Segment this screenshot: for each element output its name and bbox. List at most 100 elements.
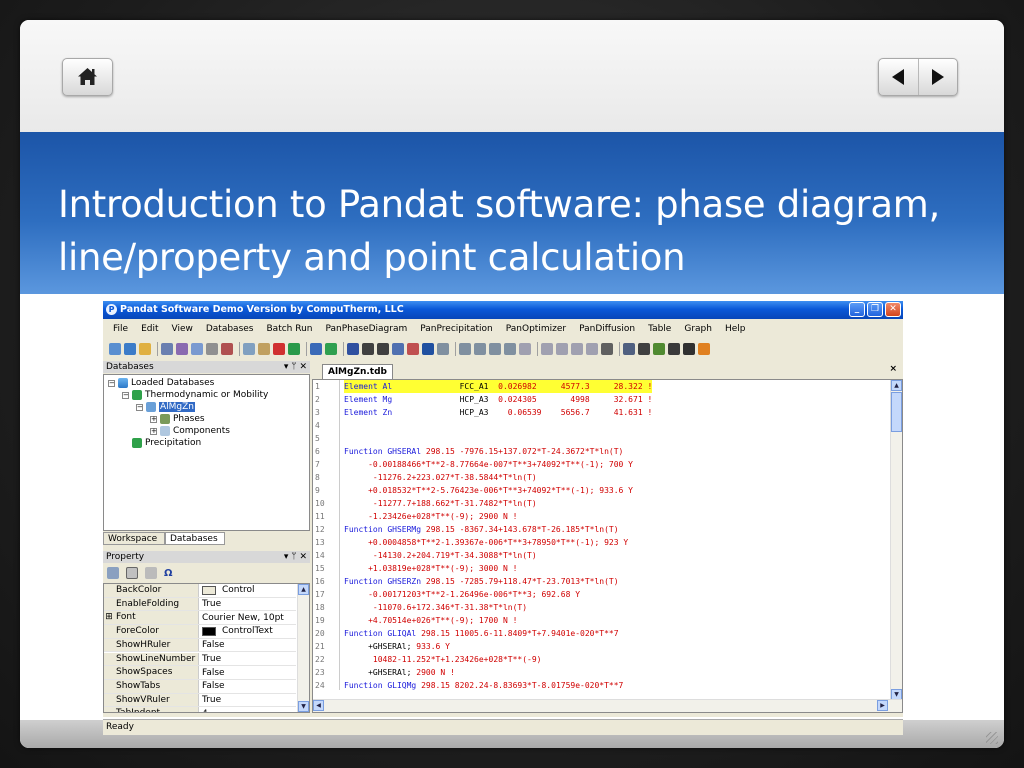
property-row[interactable]: EnableFolding True: [104, 597, 296, 612]
chart4-icon[interactable]: [571, 343, 583, 355]
code-line[interactable]: 7 -0.00188466*T**2-8.77664e-007*T**3+740…: [313, 458, 891, 471]
next-button[interactable]: [919, 59, 958, 95]
new-icon[interactable]: [109, 343, 121, 355]
copy-icon[interactable]: [243, 343, 255, 355]
property-row[interactable]: ⊞ Font Courier New, 10pt: [104, 611, 296, 626]
expand-marker[interactable]: [104, 679, 114, 693]
chart5-icon[interactable]: [586, 343, 598, 355]
code-line[interactable]: 21 +GHSERAl; 933.6 Y: [313, 640, 891, 653]
triangle-diagram-icon[interactable]: [407, 343, 419, 355]
code-line[interactable]: 6 Function GHSERAl 298.15 -7976.15+137.07…: [313, 445, 891, 458]
expand-marker[interactable]: [104, 625, 114, 638]
grid4-icon[interactable]: [489, 343, 501, 355]
cut-icon[interactable]: [221, 343, 233, 355]
table-icon[interactable]: [310, 343, 322, 355]
import-icon[interactable]: [288, 343, 300, 355]
code-line[interactable]: 3 Element Zn HCP_A3 0.06539 5656.7 41.631…: [313, 406, 891, 419]
paste-icon[interactable]: [258, 343, 270, 355]
open-folder-icon[interactable]: [139, 343, 151, 355]
chart2-icon[interactable]: [541, 343, 553, 355]
property-value[interactable]: True: [199, 598, 296, 611]
property-value[interactable]: Control: [199, 584, 296, 597]
ternary-icon[interactable]: [422, 343, 434, 355]
menu-panphasediagram[interactable]: PanPhaseDiagram: [326, 324, 408, 334]
expand-marker[interactable]: [104, 652, 114, 666]
chart3-icon[interactable]: [556, 343, 568, 355]
menu-graph[interactable]: Graph: [684, 324, 712, 334]
code-line[interactable]: 1 Element Al FCC_A1 0.026982 4577.3 28.32…: [313, 380, 891, 393]
print-preview-icon[interactable]: [191, 343, 203, 355]
code-line[interactable]: 23 +GHSERAl; 2900 N !: [313, 666, 891, 679]
pencil-icon[interactable]: [698, 343, 710, 355]
menu-panoptimizer[interactable]: PanOptimizer: [506, 324, 566, 334]
menu-databases[interactable]: Databases: [206, 324, 254, 334]
grid-icon[interactable]: [437, 343, 449, 355]
pointer-icon[interactable]: [601, 343, 613, 355]
scroll-thumb[interactable]: [891, 392, 902, 432]
code-line[interactable]: 24 Function GLIQMg 298.15 8202.24-8.83693…: [313, 679, 891, 690]
menu-panprecipitation[interactable]: PanPrecipitation: [420, 324, 493, 334]
code-line[interactable]: 11 -1.23426e+028*T**(-9); 2900 N !: [313, 510, 891, 523]
property-value[interactable]: True: [199, 653, 296, 666]
property-value[interactable]: False: [199, 666, 296, 679]
tree-item-phases[interactable]: + Phases: [150, 413, 205, 425]
editor-vscroll[interactable]: ▲ ▼: [890, 380, 902, 700]
code-line[interactable]: 10 -11277.7+188.662*T-31.7482*T*ln(T): [313, 497, 891, 510]
minimize-button[interactable]: _: [849, 302, 865, 317]
menu-view[interactable]: View: [172, 324, 193, 334]
property-row[interactable]: ForeColor ControlText: [104, 625, 296, 639]
menu-help[interactable]: Help: [725, 324, 746, 334]
property-value[interactable]: Courier New, 10pt: [199, 611, 296, 624]
tab-databases[interactable]: Databases: [165, 532, 225, 545]
property-row[interactable]: ShowLineNumber True: [104, 652, 296, 667]
categorized-icon[interactable]: [107, 567, 119, 579]
print-icon[interactable]: [206, 343, 218, 355]
code-line[interactable]: 20 Function GLIQAl 298.15 11005.6-11.8409…: [313, 627, 891, 640]
menu-edit[interactable]: Edit: [141, 324, 158, 334]
property-row[interactable]: ShowHRuler False: [104, 638, 296, 653]
code-line[interactable]: 4: [313, 419, 891, 432]
property-row[interactable]: ShowSpaces False: [104, 666, 296, 680]
property-value[interactable]: False: [199, 639, 296, 652]
expand-marker[interactable]: [104, 666, 114, 679]
code-line[interactable]: 18 -11070.6+172.346*T-31.38*T*ln(T): [313, 601, 891, 614]
expand-marker[interactable]: ⊞: [104, 611, 114, 625]
property-value[interactable]: ControlText: [199, 625, 296, 638]
line-icon[interactable]: [377, 343, 389, 355]
code-line[interactable]: 8 -11276.2+223.027*T-38.5844*T*ln(T): [313, 471, 891, 484]
pane-controls[interactable]: ▾ ᛘ ✕: [284, 361, 307, 373]
envelope-icon[interactable]: [392, 343, 404, 355]
expand-marker[interactable]: [104, 638, 114, 652]
property-scrollbar[interactable]: ▲ ▼: [297, 584, 309, 712]
property-row[interactable]: ShowVRuler True: [104, 693, 296, 708]
chart-icon[interactable]: [519, 343, 531, 355]
code-line[interactable]: 2 Element Mg HCP_A3 0.024305 4998 32.671 …: [313, 393, 891, 406]
expand-marker[interactable]: [104, 707, 114, 712]
menu-batch-run[interactable]: Batch Run: [267, 324, 313, 334]
save-icon[interactable]: [161, 343, 173, 355]
property-row[interactable]: BackColor Control: [104, 584, 296, 598]
label-icon[interactable]: [668, 343, 680, 355]
pane-controls[interactable]: ▾ ᛘ ✕: [284, 551, 307, 563]
previous-button[interactable]: [879, 59, 919, 95]
menu-table[interactable]: Table: [648, 324, 671, 334]
property-value[interactable]: 4: [199, 707, 296, 712]
save-all-icon[interactable]: [176, 343, 188, 355]
new-window-icon[interactable]: [124, 343, 136, 355]
tree-item-components[interactable]: + Components: [150, 425, 230, 437]
code-line[interactable]: 12 Function GHSERMg 298.15 -8367.34+143.6…: [313, 523, 891, 536]
property-row[interactable]: TabIndent4: [104, 707, 296, 712]
code-line[interactable]: 15 +1.03819e+028*T**(-9); 3000 N !: [313, 562, 891, 575]
code-line[interactable]: 19 +4.70514e+026*T**(-9); 1700 N !: [313, 614, 891, 627]
code-line[interactable]: 17 -0.00171203*T**2-1.26496e-006*T**3; 6…: [313, 588, 891, 601]
property-pages-icon[interactable]: [145, 567, 157, 579]
editor-hscroll[interactable]: ◀ ▶: [313, 699, 902, 712]
tree-item-thermodynamic[interactable]: − Thermodynamic or Mobility: [122, 389, 268, 401]
omega-icon[interactable]: Ω: [164, 568, 173, 579]
tree-item-loaded-databases[interactable]: − Loaded Databases: [108, 377, 214, 389]
grid5-icon[interactable]: [504, 343, 516, 355]
maximize-button[interactable]: ❐: [867, 302, 883, 317]
legend-icon[interactable]: [653, 343, 665, 355]
expand-marker[interactable]: [104, 584, 114, 597]
tab-almgzn-tdb[interactable]: AlMgZn.tdb: [322, 364, 393, 379]
